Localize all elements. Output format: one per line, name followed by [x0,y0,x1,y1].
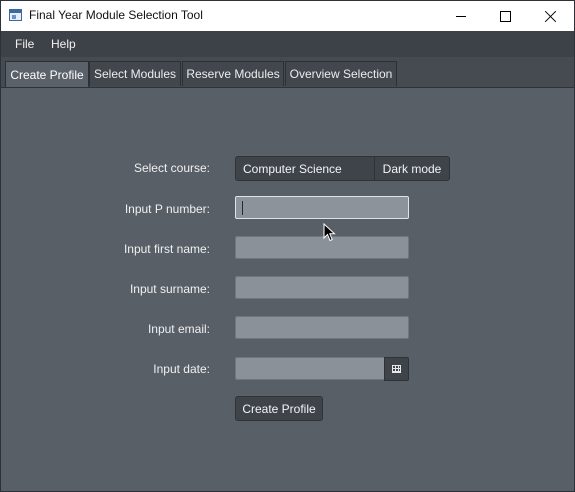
tab-bar: Create Profile Select Modules Reserve Mo… [1,57,574,88]
tab-overview-selection[interactable]: Overview Selection [285,61,397,86]
app-window-icon [9,9,22,21]
window-title: Final Year Module Selection Tool [29,8,203,22]
minimize-icon [456,15,466,17]
menu-file[interactable]: File [15,37,34,51]
minimize-button[interactable] [438,1,484,31]
create-profile-button[interactable]: Create Profile [235,396,323,421]
calendar-icon [392,365,401,373]
menu-bar: File Help [1,31,574,57]
date-label: Input date: [153,362,210,376]
date-input[interactable] [235,357,385,380]
tab-select-modules[interactable]: Select Modules [89,61,181,86]
firstname-label: Input first name: [123,242,210,256]
pnumber-label: Input P number: [124,202,210,216]
close-button[interactable] [528,1,574,31]
date-picker-button[interactable] [384,357,409,381]
email-label: Input email: [147,322,210,336]
close-icon [545,10,557,22]
maximize-button[interactable] [482,1,528,31]
dark-mode-button[interactable]: Dark mode [374,156,450,181]
mouse-pointer-icon [323,223,336,242]
text-caret [242,201,243,215]
menu-help[interactable]: Help [51,37,76,51]
email-input[interactable] [235,316,409,339]
surname-input[interactable] [235,276,409,299]
tab-create-profile[interactable]: Create Profile [5,61,89,87]
app-window: Final Year Module Selection Tool File He… [0,0,575,492]
firstname-input[interactable] [235,236,409,259]
surname-label: Input surname: [129,282,210,296]
course-select[interactable]: Computer Science [235,156,375,181]
title-bar: Final Year Module Selection Tool [1,1,574,31]
tab-reserve-modules[interactable]: Reserve Modules [182,61,284,86]
pnumber-input[interactable] [235,196,409,219]
maximize-icon [499,10,511,22]
course-label: Select course: [133,161,210,175]
